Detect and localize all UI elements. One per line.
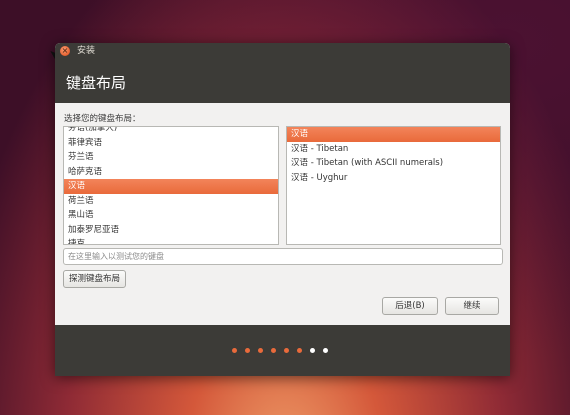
- layout-list-item[interactable]: 汉语: [64, 179, 278, 194]
- layout-list-item[interactable]: 捷克: [64, 237, 278, 244]
- variant-list-item[interactable]: 汉语 - Tibetan (with ASCII numerals): [287, 156, 500, 171]
- layout-prompt-label: 选择您的键盘布局：: [64, 114, 141, 124]
- layout-list-item[interactable]: 加泰罗尼亚语: [64, 223, 278, 238]
- progress-dot: [297, 348, 302, 353]
- progress-dot: [245, 348, 250, 353]
- variant-list-item[interactable]: 汉语 - Uyghur: [287, 171, 500, 186]
- continue-button[interactable]: 继续: [445, 297, 499, 315]
- layout-list-item[interactable]: 芬兰语: [64, 150, 278, 165]
- variant-list-item[interactable]: 汉语: [287, 127, 500, 142]
- layout-list-item[interactable]: 哈萨克语: [64, 165, 278, 180]
- window-title: 安装: [77, 46, 96, 56]
- installer-window: × 安装 键盘布局 选择您的键盘布局： 芬语(加拿大) 菲律宾语 芬兰语 哈萨克语 汉语…: [55, 43, 510, 376]
- back-button[interactable]: 后退(B): [382, 297, 438, 315]
- page-header: 键盘布局: [55, 59, 510, 103]
- progress-dot: [232, 348, 237, 353]
- progress-dot: [310, 348, 315, 353]
- page-title: 键盘布局: [66, 74, 127, 92]
- progress-dot: [271, 348, 276, 353]
- detect-layout-button[interactable]: 探测键盘布局: [63, 270, 126, 288]
- progress-footer: [55, 325, 510, 376]
- progress-dot: [258, 348, 263, 353]
- variant-list-item[interactable]: 汉语 - Tibetan: [287, 142, 500, 157]
- close-icon[interactable]: ×: [60, 46, 70, 56]
- layout-list-item[interactable]: 荷兰语: [64, 194, 278, 209]
- layout-list-item[interactable]: 黑山语: [64, 208, 278, 223]
- layout-list-item[interactable]: 菲律宾语: [64, 136, 278, 151]
- progress-dot: [284, 348, 289, 353]
- title-bar[interactable]: × 安装: [55, 43, 510, 59]
- progress-dot: [323, 348, 328, 353]
- variant-list[interactable]: 汉语 汉语 - Tibetan 汉语 - Tibetan (with ASCII n…: [286, 126, 501, 245]
- layout-list[interactable]: 芬语(加拿大) 菲律宾语 芬兰语 哈萨克语 汉语 荷兰语 黑山语 加泰罗尼亚语 捷克: [63, 126, 279, 245]
- keyboard-test-input[interactable]: 在这里输入以测试您的键盘: [63, 248, 503, 265]
- layout-list-item[interactable]: 芬语(加拿大): [64, 127, 278, 136]
- progress-indicator: [232, 348, 336, 354]
